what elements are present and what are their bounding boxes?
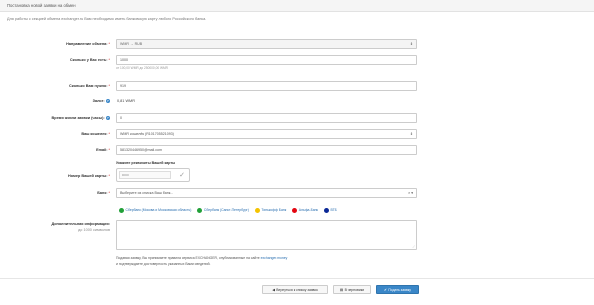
intro-text: Для работы с секцией обмена exchanger.ru… [7,17,207,21]
additional-textarea[interactable]: ⟋ [116,220,417,250]
rules-link[interactable]: exchanger.money [261,256,288,260]
draft-icon: ▤ [339,287,344,292]
additional-hint: до 1000 символов [78,228,110,232]
wallet-select[interactable]: WMR кошелёк (R101705521093) ⇕ [116,129,417,139]
bank-label: Банк:* [97,191,110,195]
receive-input[interactable]: 919 [116,81,417,91]
clear-icon[interactable]: × [408,191,410,195]
bank-link[interactable]: ВТБ [324,207,337,213]
chevron-updown-icon: ⇕ [409,42,413,46]
submit-button[interactable]: ✔ Подать заявку [376,285,419,294]
resize-handle-icon[interactable]: ⟋ [412,245,415,249]
bank-link-label: ВТБ [330,208,337,212]
card-label: Номер Вашей карты:* [68,174,110,178]
card-widget: •••••• ✓ [116,168,190,182]
bank-logo-icon [254,207,260,213]
bank-link-label: Сбербанк (Москва и Московская область) [125,208,192,212]
amount-hint: от 100,00 WMR до 250000,00 WMR [116,66,168,70]
agreement-line-1: Подавая заявку, Вы принимаете правила се… [116,256,261,260]
wallet-label: Ваш кошелек:* [81,132,110,136]
bank-logo-icon [292,207,298,213]
bank-logo-icon [119,207,124,213]
page-title: Постановка новой заявки на обмен [7,3,76,8]
chevron-updown-icon: ⇕ [409,132,413,136]
info-icon[interactable]: ? [105,116,110,121]
bank-link-label: Тинькофф Банк [261,208,287,212]
amount-label: Сколько у Вас есть:* [69,58,110,62]
email-label: Email:* [96,148,110,152]
bank-link[interactable]: Сбербанк (Санкт-Петербург) [197,207,249,213]
form-footer: ◀ Вернуться к списку заявок ▤ В черновики … [0,278,594,305]
page-header: Постановка новой заявки на обмен [0,0,594,12]
bank-link[interactable]: Сбербанк (Москва и Московская область) [119,207,192,213]
chevron-down-icon: ▾ [411,191,413,195]
agreement-line-2: и подтверждаете достоверность указанных … [116,262,211,266]
check-icon: ✔ [384,287,387,292]
bank-select[interactable]: Выберите из списка Ваш банк... × ▾ [116,188,417,198]
deposit-label: Залог:? [92,99,110,104]
back-to-list-button[interactable]: ◀ Вернуться к списку заявок [262,285,328,294]
bank-link[interactable]: Тинькофф Банк [254,207,287,213]
email-input[interactable]: 581320446950@mail.com [116,145,417,155]
bank-link[interactable]: Альфа-Банк [292,207,319,213]
amount-input[interactable]: 1000 [116,55,417,65]
bank-link-label: Альфа-Банк [298,208,319,212]
check-icon: ✓ [179,172,185,179]
card-number-input[interactable]: •••••• [119,171,171,179]
additional-label: Дополнительная информация: [51,222,110,226]
info-icon[interactable]: ? [105,99,110,104]
lifetime-input[interactable]: 0 [116,113,417,123]
card-requisites-title: Укажите реквизиты Вашей карты [116,161,176,165]
bank-quick-links: Сбербанк (Москва и Московская область) Сб… [119,206,343,214]
arrow-left-icon: ◀ [272,287,275,292]
receive-label: Сколько Вам нужно:* [68,84,110,88]
direction-label: Направление обмена:* [66,42,110,46]
save-draft-button[interactable]: ▤ В черновики [333,285,371,294]
deposit-value: 0,81 WMR [117,99,135,103]
bank-logo-icon [324,207,330,213]
agreement-text: Подавая заявку, Вы принимаете правила се… [116,256,287,260]
bank-link-label: Сбербанк (Санкт-Петербург) [203,208,249,212]
lifetime-label: Время жизни заявки (часы):? [51,116,110,121]
direction-select[interactable]: WMR → RUB ⇕ [116,39,417,49]
bank-logo-icon [197,207,203,213]
